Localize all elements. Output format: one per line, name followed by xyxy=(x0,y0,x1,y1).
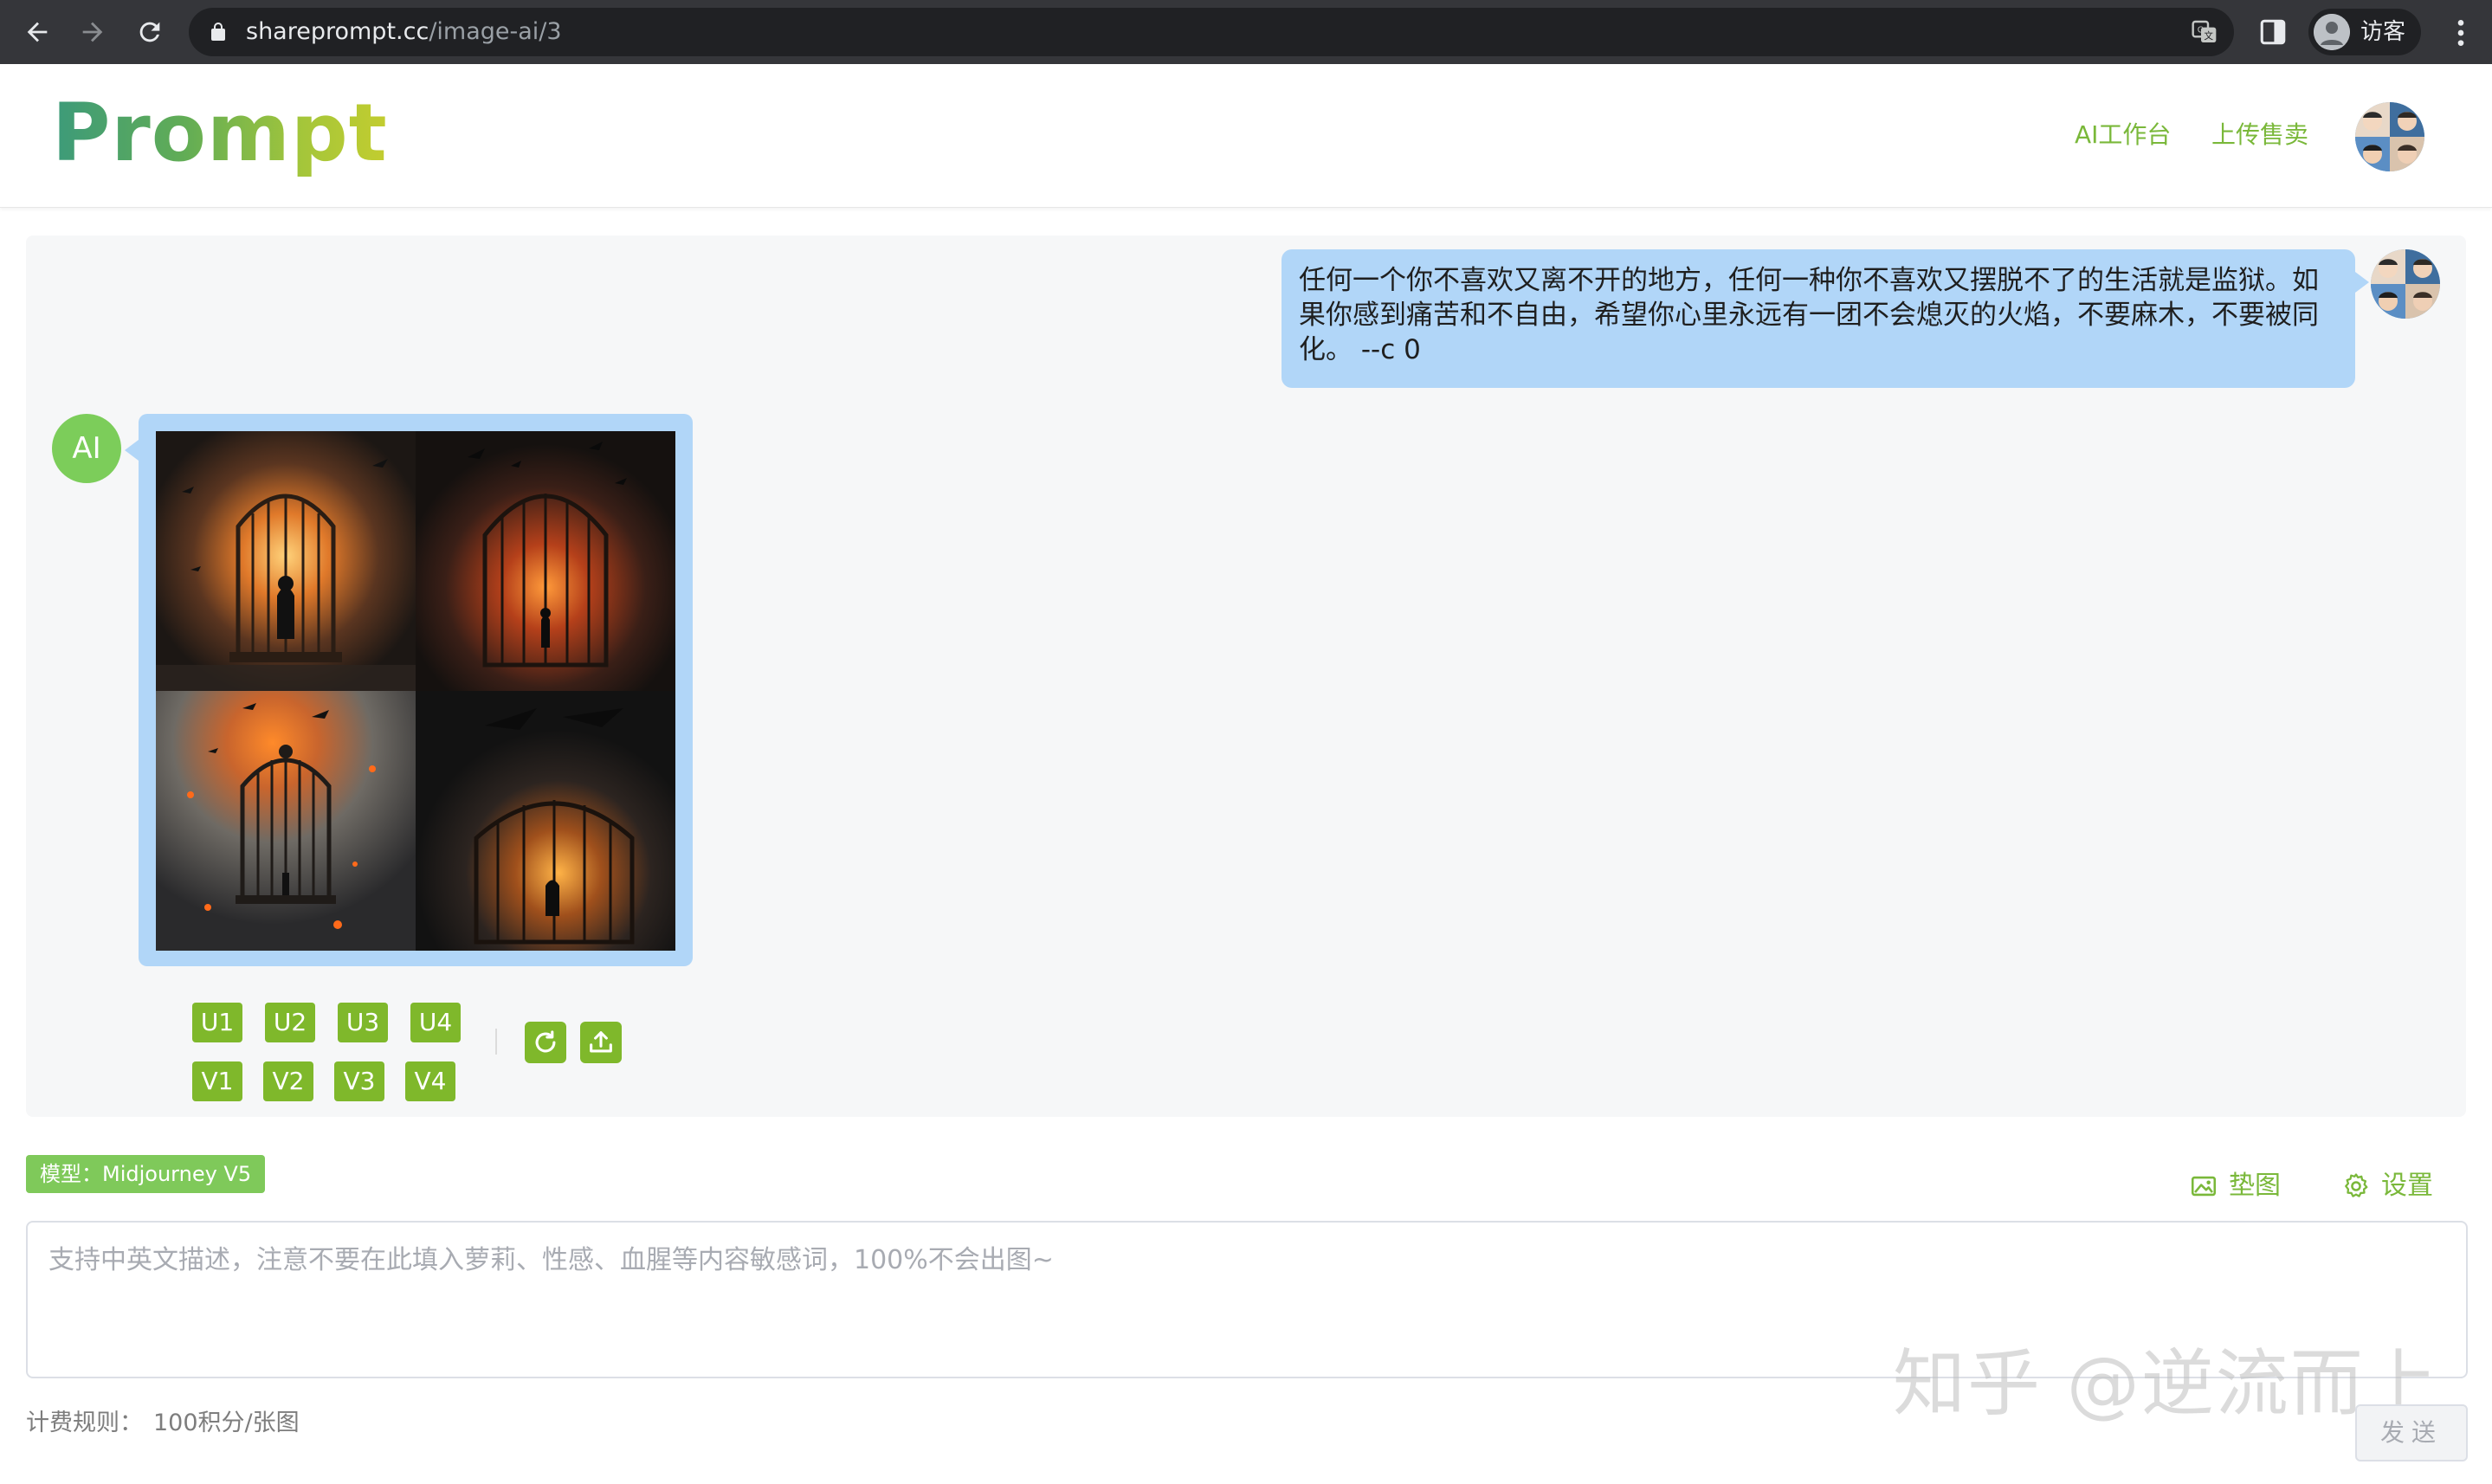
image-tile-2 xyxy=(416,431,675,691)
reroll-button[interactable] xyxy=(525,1022,566,1063)
gear-icon xyxy=(2345,1173,2368,1197)
share-button[interactable] xyxy=(580,1022,622,1063)
back-button[interactable] xyxy=(17,12,57,52)
more-menu-icon[interactable] xyxy=(2444,16,2478,50)
billing-label: 计费规则： xyxy=(26,1410,143,1436)
upload-icon xyxy=(590,1031,612,1053)
site-logo[interactable]: Prompt xyxy=(52,88,388,178)
generated-image-grid[interactable] xyxy=(156,431,675,951)
profile-chip[interactable]: 访客 xyxy=(2308,9,2421,55)
site-header: Prompt AI工作台 上传售卖 xyxy=(0,64,2492,208)
browser-toolbar: shareprompt.cc/image-ai/3 文G 访客 xyxy=(0,0,2492,64)
user-message-avatar xyxy=(2371,249,2440,319)
billing-rule: 计费规则： 100积分/张图 xyxy=(26,1406,300,1441)
user-message-bubble: 任何一个你不喜欢又离不开的地方，任何一种你不喜欢又摆脱不了的生活就是监狱。如果你… xyxy=(1282,249,2369,388)
upscale-button-u1[interactable]: U1 xyxy=(192,1003,242,1042)
pad-image-button[interactable]: 垫图 xyxy=(2189,1169,2281,1203)
nav-upload-sell[interactable]: 上传售卖 xyxy=(2211,118,2308,152)
ai-avatar: AI xyxy=(52,414,121,483)
upscale-button-u4[interactable]: U4 xyxy=(410,1003,461,1042)
pad-image-label: 垫图 xyxy=(2229,1171,2281,1201)
variation-button-v3[interactable]: V3 xyxy=(334,1061,384,1101)
translate-icon[interactable]: 文G xyxy=(2191,18,2218,46)
forward-arrow-icon xyxy=(82,22,103,42)
model-tag[interactable]: 模型：Midjourney V5 xyxy=(26,1155,266,1193)
generated-image-card xyxy=(125,414,693,966)
settings-button[interactable]: 设置 xyxy=(2341,1169,2433,1203)
profile-label: 访客 xyxy=(2360,19,2406,45)
address-bar[interactable]: shareprompt.cc/image-ai/3 文G xyxy=(189,8,2234,56)
image-tile-1 xyxy=(156,431,416,691)
lock-icon xyxy=(211,23,225,41)
svg-text:G: G xyxy=(2198,26,2204,35)
image-tile-4 xyxy=(416,691,675,951)
url-host: shareprompt.cc xyxy=(246,18,429,45)
reload-button[interactable] xyxy=(130,12,170,52)
back-arrow-icon xyxy=(27,22,48,42)
svg-text:文: 文 xyxy=(2204,30,2213,42)
upscale-button-u3[interactable]: U3 xyxy=(338,1003,388,1042)
reload-icon xyxy=(139,22,160,42)
nav-ai-workbench[interactable]: AI工作台 xyxy=(2075,118,2171,152)
send-button[interactable]: 发送 xyxy=(2355,1404,2468,1461)
image-icon xyxy=(2191,1176,2217,1197)
url-path: /image-ai/3 xyxy=(429,18,562,45)
variation-button-v2[interactable]: V2 xyxy=(263,1061,313,1101)
settings-label: 设置 xyxy=(2381,1171,2433,1201)
forward-button[interactable] xyxy=(73,12,113,52)
variation-button-v1[interactable]: V1 xyxy=(192,1061,242,1101)
url-text: shareprompt.cc/image-ai/3 xyxy=(246,17,562,47)
user-avatar[interactable] xyxy=(2355,102,2424,171)
button-divider xyxy=(495,1029,497,1055)
profile-avatar-icon xyxy=(2314,14,2350,50)
billing-value: 100积分/张图 xyxy=(153,1410,300,1436)
refresh-icon xyxy=(535,1030,556,1053)
side-panel-icon[interactable] xyxy=(2258,17,2288,47)
upscale-button-u2[interactable]: U2 xyxy=(265,1003,315,1042)
image-tile-3 xyxy=(156,691,416,951)
variation-button-v4[interactable]: V4 xyxy=(405,1061,455,1101)
